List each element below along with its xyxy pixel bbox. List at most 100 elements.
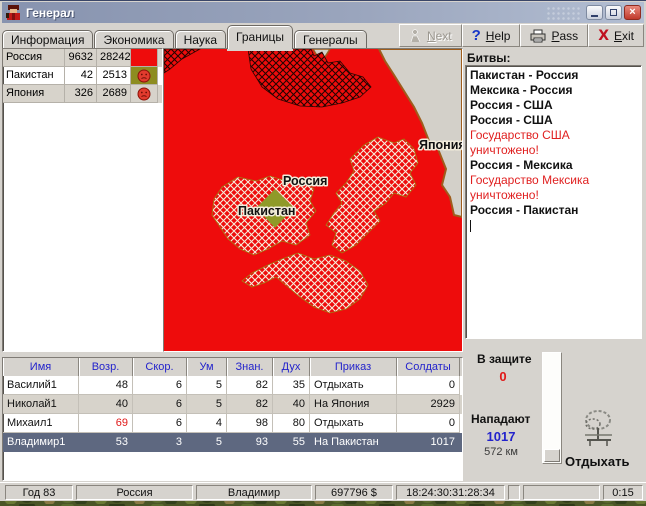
tab-borders[interactable]: Границы	[227, 25, 293, 49]
help-button[interactable]: ? Help	[462, 24, 521, 47]
header-order: Приказ	[310, 358, 397, 376]
next-icon	[409, 29, 422, 43]
rest-order-label: Отдыхать	[565, 454, 629, 469]
country-name: Россия	[3, 49, 65, 67]
status-timer: 0:15	[603, 485, 643, 500]
general-knowledge: 98	[227, 414, 273, 433]
slider-thumb[interactable]	[544, 449, 560, 462]
country-icon-cell	[131, 67, 158, 85]
general-soldiers: 0	[397, 414, 460, 433]
maximize-button[interactable]	[605, 5, 622, 20]
app-window: Генерал × ИнформацияЭкономикаНаукаГраниц…	[0, 0, 646, 500]
world-map[interactable]: Россия Пакистан Япония	[163, 48, 463, 352]
country-row-japan[interactable]: Япония 326 2689	[3, 85, 162, 103]
country-value-2: 2689	[97, 85, 131, 103]
country-icon-cell	[131, 85, 158, 103]
country-value-1: 42	[65, 67, 97, 85]
general-spirit: 55	[273, 433, 310, 452]
country-value-2: 28242	[97, 49, 131, 67]
country-row-russia[interactable]: Россия 9632 28242	[3, 49, 162, 67]
order-panel: В защите 0 Нападают 1017 572 км Отдыхать	[463, 340, 644, 481]
general-row[interactable]: Михаил1 69 6 4 98 80 Отдыхать 0	[3, 414, 462, 433]
battle-entry: Россия - Мексика	[470, 158, 637, 173]
rest-scene-image[interactable]	[581, 408, 615, 450]
status-country: Россия	[76, 485, 193, 500]
general-name: Владимир1	[3, 433, 79, 452]
pass-label: Pass	[551, 29, 578, 43]
battle-entry: Пакистан - Россия	[470, 68, 637, 83]
general-mind: 5	[187, 433, 227, 452]
general-age: 53	[79, 433, 133, 452]
battle-entry-destroyed: Государство Мексика уничтожено!	[470, 173, 637, 203]
minimize-icon	[591, 15, 598, 17]
header-age: Возр.	[79, 358, 133, 376]
tab-generals[interactable]: Генералы	[294, 30, 367, 50]
help-label: Help	[486, 29, 511, 43]
general-order: На Пакистан	[310, 433, 397, 452]
tab-information[interactable]: Информация	[2, 30, 93, 50]
status-empty-2	[523, 485, 600, 500]
country-value-2: 2513	[97, 67, 131, 85]
attack-label: Нападают	[471, 412, 530, 426]
general-speed: 6	[133, 414, 187, 433]
troops-slider[interactable]	[542, 352, 562, 464]
help-icon: ?	[472, 27, 481, 44]
text-cursor	[470, 220, 471, 232]
general-order: Отдыхать	[310, 414, 397, 433]
general-order: На Япония	[310, 395, 397, 414]
country-row-pakistan[interactable]: Пакистан 42 2513	[3, 67, 162, 85]
general-name: Василий1	[3, 376, 79, 395]
exit-button[interactable]: X Exit	[588, 24, 644, 47]
defense-value: 0	[463, 369, 543, 384]
header-soldiers: Солдаты	[397, 358, 460, 376]
battles-list[interactable]: Пакистан - Россия Мексика - Россия Росси…	[465, 65, 642, 339]
general-spirit: 40	[273, 395, 310, 414]
generals-table-header: Имя Возр. Скор. Ум Знан. Дух Приказ Солд…	[3, 358, 462, 376]
pass-button[interactable]: Pass	[520, 24, 588, 47]
map-label-pakistan: Пакистан	[238, 204, 295, 218]
general-row[interactable]: Николай1 40 6 5 82 40 На Япония 2929	[3, 395, 462, 414]
next-button: Next	[399, 24, 462, 47]
maximize-icon	[610, 9, 617, 16]
countries-table: Россия 9632 28242 Пакистан 42 2513 Япони…	[2, 48, 163, 352]
defense-label: В защите	[477, 352, 532, 366]
general-row-selected[interactable]: Владимир1 53 3 5 93 55 На Пакистан 1017	[3, 433, 462, 452]
next-label: Next	[427, 29, 452, 43]
general-soldiers: 1017	[397, 433, 460, 452]
header-spirit: Дух	[273, 358, 310, 376]
country-icon-cell	[131, 49, 158, 67]
battles-title: Битвы:	[467, 51, 511, 65]
country-name: Пакистан	[3, 67, 65, 85]
battle-entry: Россия - США	[470, 98, 637, 113]
pass-printer-icon	[530, 29, 546, 43]
attack-value: 1017	[463, 429, 539, 444]
tab-economy[interactable]: Экономика	[94, 30, 173, 50]
tab-science[interactable]: Наука	[175, 30, 226, 50]
title-bar: Генерал ×	[2, 2, 644, 23]
battle-entry-destroyed: Государство США уничтожено!	[470, 128, 637, 158]
country-value-1: 326	[65, 85, 97, 103]
red-face-icon	[137, 69, 151, 83]
general-name: Михаил1	[3, 414, 79, 433]
general-order: Отдыхать	[310, 376, 397, 395]
toolbar: Next ? Help Pass X Exit	[399, 24, 644, 47]
general-row[interactable]: Василий1 48 6 5 82 35 Отдыхать 0	[3, 376, 462, 395]
status-bar: Год 83 Россия Владимир 697796 $ 18:24:30…	[0, 482, 646, 501]
header-knowledge: Знан.	[227, 358, 273, 376]
map-label-japan: Япония	[419, 138, 462, 152]
general-name: Николай1	[3, 395, 79, 414]
general-soldiers: 2929	[397, 395, 460, 414]
tab-bar: ИнформацияЭкономикаНаукаГраницыГенералы …	[2, 24, 644, 48]
general-knowledge: 93	[227, 433, 273, 452]
header-mind: Ум	[187, 358, 227, 376]
general-knowledge: 82	[227, 395, 273, 414]
window-title: Генерал	[26, 6, 546, 20]
distance-value: 572 км	[463, 446, 539, 458]
close-button[interactable]: ×	[624, 5, 641, 20]
general-mind: 4	[187, 414, 227, 433]
status-year: Год 83	[5, 485, 73, 500]
country-value-1: 9632	[65, 49, 97, 67]
minimize-button[interactable]	[586, 5, 603, 20]
battle-entry: Россия - США	[470, 113, 637, 128]
general-speed: 6	[133, 376, 187, 395]
